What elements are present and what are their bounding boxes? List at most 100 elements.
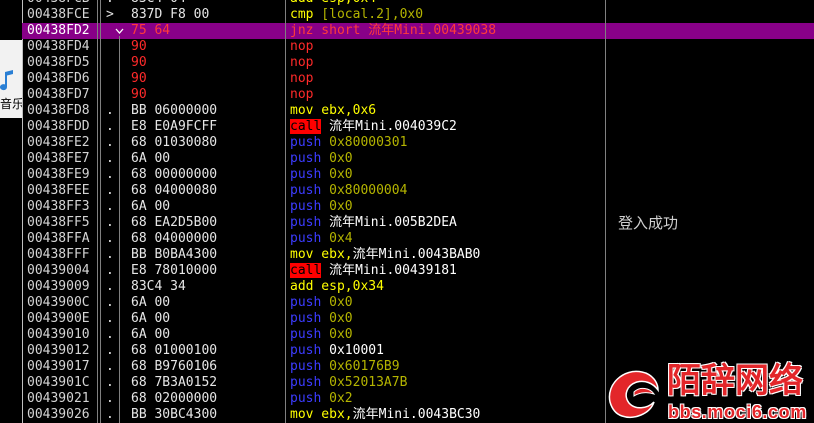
- mnemonic: mov: [290, 407, 314, 422]
- mnemonic: nop: [290, 87, 314, 102]
- disasm-row[interactable]: 00439009. 83C4 34 add esp,0x34: [22, 279, 814, 295]
- address-cell: 00439010: [27, 327, 90, 342]
- watermark-name: 陌辞网络: [667, 361, 803, 401]
- disasm-row[interactable]: 00439012. 68 01000100 push 0x10001: [22, 343, 814, 359]
- operand: 0x60176B9: [321, 359, 400, 374]
- disasm-row[interactable]: 00438FF5. 68 EA2D5B00 push 流年Mini.005B2DEA…: [22, 215, 814, 231]
- disasm-row[interactable]: 00438FF3. 6A 00 push 0x0: [22, 199, 814, 215]
- disassembly-cell: mov ebx,0x6: [290, 103, 376, 119]
- hex-bytes-cell: 837D F8 00: [131, 7, 210, 22]
- disasm-row-selected[interactable]: 00438FD2 75 64 jnz short 流年Mini.00439038: [22, 23, 814, 39]
- hex-bytes-cell: 6A 00: [131, 199, 171, 214]
- disassembly-cell: mov ebx,流年Mini.0043BAB0: [290, 247, 480, 263]
- hex-bytes-cell: 68 04000000: [131, 231, 218, 246]
- disasm-row[interactable]: 00438FDD. E8 E0A9FCFF call 流年Mini.004039C2: [22, 119, 814, 135]
- jump-marker: .: [106, 375, 114, 390]
- jump-marker: .: [106, 199, 114, 214]
- disasm-row[interactable]: 00438FD4 90 nop: [22, 39, 814, 55]
- disasm-row[interactable]: 00438FD8. BB 06000000 mov ebx,0x6: [22, 103, 814, 119]
- disassembly-cell: nop: [290, 87, 313, 103]
- disassembly-cell: jnz short 流年Mini.00439038: [290, 23, 496, 39]
- hex-bytes-cell: 68 EA2D5B00: [131, 215, 218, 230]
- jump-marker: .: [106, 183, 114, 198]
- watermark: 陌辞网络 bbs.moci6.com: [604, 360, 814, 423]
- jump-marker: .: [106, 295, 114, 310]
- disassembly-cell: nop: [290, 71, 313, 87]
- disassembly-cell: nop: [290, 39, 313, 55]
- address-cell: 0043900C: [27, 295, 90, 310]
- disasm-row[interactable]: 00438FD7 90 nop: [22, 87, 814, 103]
- disasm-row[interactable]: 00438FEE. 68 04000080 push 0x80000004: [22, 183, 814, 199]
- operand: 0x10001: [321, 343, 384, 358]
- disasm-row[interactable]: 0043900E. 6A 00 push 0x0: [22, 311, 814, 327]
- operand: [local.2],0x0: [313, 7, 424, 22]
- address-cell: 00438FF3: [27, 199, 90, 214]
- operand: 流年Mini.00439181: [321, 263, 457, 278]
- address-cell: 00439017: [27, 359, 90, 374]
- operand: esp,0x4: [313, 0, 376, 6]
- operand: ebx,: [313, 247, 353, 262]
- jump-marker: .: [106, 247, 114, 262]
- operand: 流年Mini.00439038: [360, 23, 497, 38]
- disassembly-cell: push 流年Mini.005B2DEA: [290, 215, 457, 231]
- hex-bytes-cell: 90: [131, 55, 147, 70]
- disasm-row[interactable]: 00438FE9. 68 00000000 push 0x0: [22, 167, 814, 183]
- address-cell: 00438FCE: [27, 7, 90, 22]
- jump-marker: .: [106, 0, 114, 7]
- disasm-row[interactable]: 00438FFA. 68 04000000 push 0x4: [22, 231, 814, 247]
- disasm-row[interactable]: 00438FFF. BB B0BA4300 mov ebx,流年Mini.0043B…: [22, 247, 814, 263]
- address-cell: 00438FD8: [27, 103, 90, 118]
- operand: esp,0x34: [313, 279, 384, 294]
- address-cell: 0043900E: [27, 311, 90, 326]
- operand: 流年Mini.0043BC30: [352, 407, 481, 422]
- operand: 0x4: [321, 231, 353, 246]
- disasm-row[interactable]: 00438FD5 90 nop: [22, 55, 814, 71]
- hex-bytes-cell: 6A 00: [131, 311, 171, 326]
- hex-bytes-cell: 6A 00: [131, 151, 171, 166]
- jump-marker: .: [106, 103, 114, 118]
- jump-marker: >: [106, 7, 114, 22]
- hex-bytes-cell: 83C4 04: [131, 0, 186, 7]
- disasm-row[interactable]: 00438FE7. 6A 00 push 0x0: [22, 151, 814, 167]
- jump-marker: .: [106, 151, 114, 166]
- jump-marker: .: [106, 279, 114, 294]
- address-cell: 00438FD5: [27, 55, 90, 70]
- column-separator-address: [97, 0, 98, 423]
- disasm-row[interactable]: 00438FCE >837D F8 00 cmp [local.2],0x0: [22, 7, 814, 23]
- address-cell: 00438FD2: [27, 23, 90, 38]
- operand: 0x0: [321, 311, 353, 326]
- disasm-row[interactable]: 00439004. E8 78010000 call 流年Mini.00439181: [22, 263, 814, 279]
- address-cell: 00438FD6: [27, 71, 90, 86]
- hex-bytes-cell: 68 7B3A0152: [131, 375, 218, 390]
- jump-marker: .: [106, 231, 114, 246]
- disasm-row[interactable]: 00438FD6 90 nop: [22, 71, 814, 87]
- mnemonic: push: [290, 359, 322, 374]
- address-cell: 00439026: [27, 407, 90, 422]
- hex-bytes-cell: 68 01000100: [131, 343, 218, 358]
- jump-marker: .: [106, 343, 114, 358]
- operand: 流年Mini.005B2DEA: [321, 215, 457, 230]
- mnemonic: push: [290, 167, 322, 182]
- address-cell: 00439004: [27, 263, 90, 278]
- disassembly-cell: nop: [290, 55, 313, 71]
- hex-bytes-cell: 68 B9760106: [131, 359, 218, 374]
- jump-marker: .: [106, 119, 114, 134]
- jump-marker: .: [106, 215, 114, 230]
- hex-bytes-cell: E8 E0A9FCFF: [131, 119, 218, 134]
- hex-bytes-cell: 68 01030080: [131, 135, 218, 150]
- address-cell: 00438FCB: [27, 0, 90, 7]
- disasm-row[interactable]: 00438FE2. 68 01030080 push 0x80000301: [22, 135, 814, 151]
- jump-marker: .: [106, 311, 114, 326]
- disasm-row[interactable]: 0043900C. 6A 00 push 0x0: [22, 295, 814, 311]
- address-cell: 00439021: [27, 391, 90, 406]
- disasm-row[interactable]: 00439010. 6A 00 push 0x0: [22, 327, 814, 343]
- mnemonic: push: [290, 231, 322, 246]
- mnemonic: push: [290, 135, 322, 150]
- mnemonic: push: [290, 295, 322, 310]
- mnemonic: push: [290, 311, 322, 326]
- mnemonic: add: [290, 0, 313, 6]
- disasm-row[interactable]: 00438FCB. 83C4 04 add esp,0x4: [22, 0, 814, 7]
- disassembly-cell: push 0x0: [290, 167, 353, 183]
- mnemonic: push: [290, 183, 322, 198]
- address-cell: 00438FDD: [27, 119, 90, 134]
